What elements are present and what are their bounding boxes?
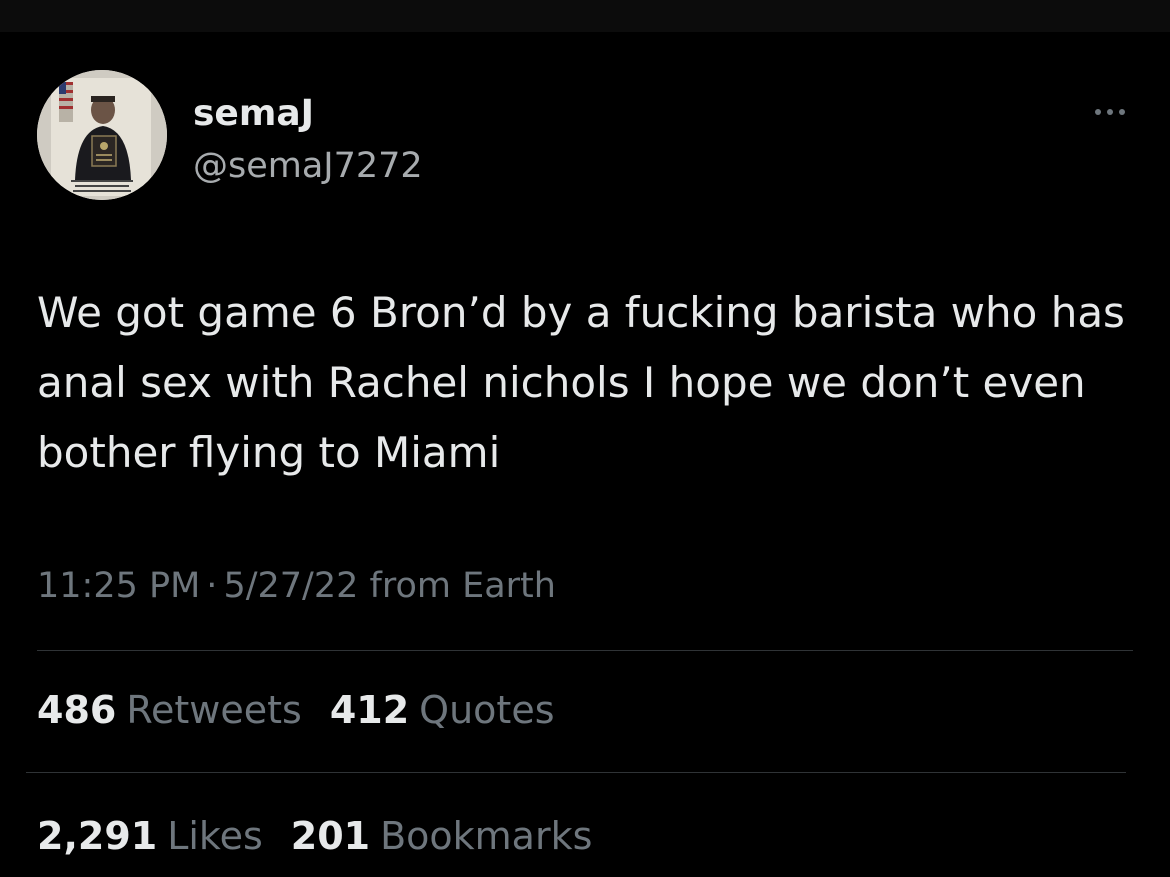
tweet-source: from Earth xyxy=(369,566,556,606)
stats-row-engagement: 2,291 Likes 201 Bookmarks xyxy=(37,812,592,860)
likes-count: 2,291 xyxy=(37,814,158,858)
tweet-header: semaJ @semaJ7272 xyxy=(37,70,1137,202)
likes-label: Likes xyxy=(167,814,263,858)
tweet-time[interactable]: 11:25 PM xyxy=(37,566,200,606)
user-handle[interactable]: @semaJ7272 xyxy=(193,144,423,188)
retweets-count: 486 xyxy=(37,688,117,732)
more-horizontal-icon-dot xyxy=(1119,109,1125,115)
tweet-text: We got game 6 Bron’d by a fucking barist… xyxy=(37,288,1125,477)
bookmarks-label: Bookmarks xyxy=(380,814,593,858)
bookmarks-stat[interactable]: 201 Bookmarks xyxy=(291,812,593,860)
divider xyxy=(26,772,1126,773)
more-horizontal-icon-dot xyxy=(1107,109,1113,115)
status-bar-strip xyxy=(0,0,1170,32)
more-options-button[interactable] xyxy=(1086,100,1134,124)
divider xyxy=(37,650,1133,651)
meta-separator: · xyxy=(206,566,218,606)
display-name[interactable]: semaJ xyxy=(193,92,314,136)
avatar-photo xyxy=(37,70,167,200)
more-horizontal-icon xyxy=(1095,109,1101,115)
retweets-label: Retweets xyxy=(126,688,302,732)
stats-row-shares: 486 Retweets 412 Quotes xyxy=(37,686,555,734)
likes-stat[interactable]: 2,291 Likes xyxy=(37,812,263,860)
quotes-label: Quotes xyxy=(419,688,555,732)
retweets-stat[interactable]: 486 Retweets xyxy=(37,686,302,734)
tweet-date[interactable]: 5/27/22 xyxy=(223,566,358,606)
bookmarks-count: 201 xyxy=(290,814,371,858)
tweet-meta: 11:25 PM · 5/27/22 from Earth xyxy=(37,562,556,610)
quotes-stat[interactable]: 412 Quotes xyxy=(330,686,555,734)
quotes-count: 412 xyxy=(329,688,410,732)
avatar[interactable] xyxy=(37,70,167,200)
